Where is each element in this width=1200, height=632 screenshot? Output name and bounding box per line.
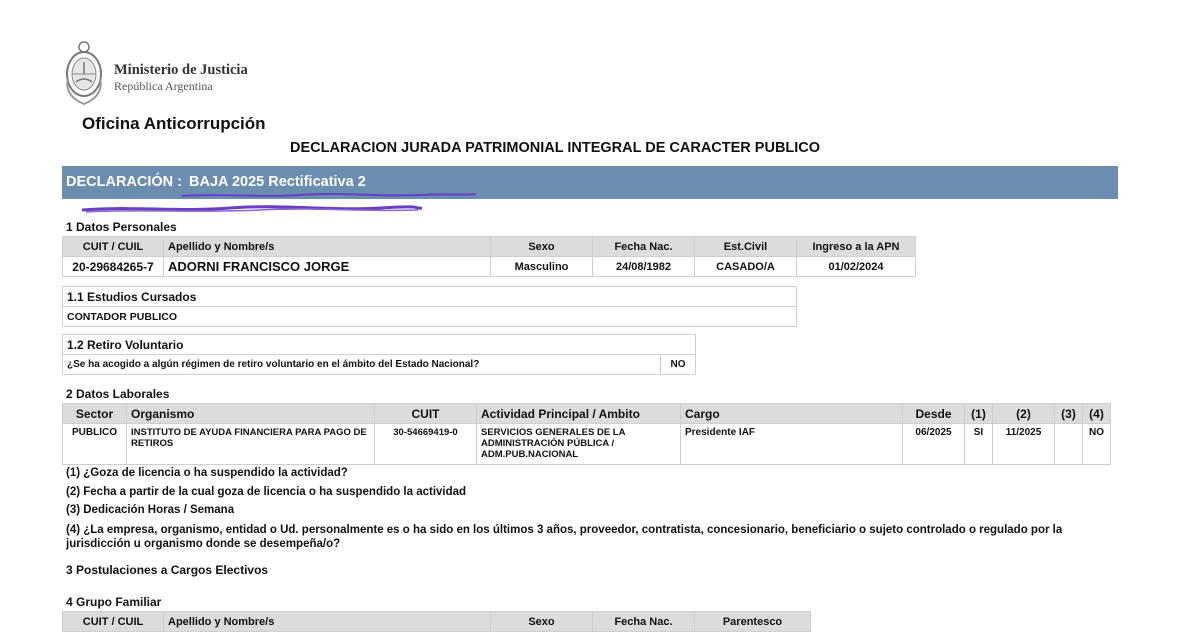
col-header-apn-entry: Ingreso a la APN xyxy=(796,236,916,257)
col-header-note-1: (1) xyxy=(964,403,993,424)
ministry-name: Ministerio de Justicia xyxy=(114,62,248,78)
cell-note-3 xyxy=(1054,423,1083,465)
family-col-header-sex: Sexo xyxy=(490,611,593,632)
retirement-question: ¿Se ha acogido a algún régimen de retiro… xyxy=(62,354,661,375)
scribble-redaction xyxy=(81,205,423,213)
col-header-sector: Sector xyxy=(62,403,127,424)
cell-since: 06/2025 xyxy=(902,423,965,465)
col-header-note-4: (4) xyxy=(1082,403,1111,424)
col-header-note-2: (2) xyxy=(992,403,1055,424)
col-header-name: Apellido y Nombre/s xyxy=(163,236,491,257)
cell-sector: PUBLICO xyxy=(62,423,127,465)
col-header-cuit: CUIT / CUIL xyxy=(62,236,164,257)
col-header-org-cuit: CUIT xyxy=(374,403,477,424)
cell-note-2: 11/2025 xyxy=(992,423,1055,465)
cell-name: ADORNI FRANCISCO JORGE xyxy=(163,256,491,277)
col-header-organism: Organismo xyxy=(126,403,375,424)
republic-name: República Argentina xyxy=(114,79,213,93)
cell-activity: SERVICIOS GENERALES DE LA ADMINISTRACIÓN… xyxy=(476,423,681,465)
note-4: (4) ¿La empresa, organismo, entidad o Ud… xyxy=(66,524,1063,550)
cell-studies: CONTADOR PUBLICO xyxy=(62,306,797,327)
retirement-answer: NO xyxy=(660,354,696,375)
personal-table: CUIT / CUIL Apellido y Nombre/s Sexo Fec… xyxy=(62,236,916,277)
section-title-studies: 1.1 Estudios Cursados xyxy=(62,286,797,307)
cell-birthdate: 24/08/1982 xyxy=(592,256,695,277)
retirement-table: 1.2 Retiro Voluntario ¿Se ha acogido a a… xyxy=(62,334,696,375)
family-table: CUIT / CUIL Apellido y Nombre/s Sexo Fec… xyxy=(62,611,811,632)
col-header-birthdate: Fecha Nac. xyxy=(592,236,695,257)
coat-of-arms-logo xyxy=(66,41,102,106)
declaration-label: DECLARACIÓN : xyxy=(66,174,182,190)
cell-sex: Masculino xyxy=(490,256,593,277)
col-header-since: Desde xyxy=(902,403,965,424)
studies-table: 1.1 Estudios Cursados CONTADOR PUBLICO xyxy=(62,286,797,327)
col-header-note-3: (3) xyxy=(1054,403,1083,424)
family-col-header-cuit: CUIT / CUIL xyxy=(62,611,164,632)
cell-note-4: NO xyxy=(1082,423,1111,465)
note-3: (3) Dedicación Horas / Semana xyxy=(66,504,235,516)
col-header-position: Cargo xyxy=(680,403,903,424)
cell-position: Presidente IAF xyxy=(680,423,903,465)
col-header-civil-status: Est.Civil xyxy=(694,236,797,257)
cell-org-cuit: 30-54669419-0 xyxy=(374,423,477,465)
work-table: Sector Organismo CUIT Actividad Principa… xyxy=(62,403,1111,465)
note-1: (1) ¿Goza de licencia o ha suspendido la… xyxy=(66,467,348,479)
section-title-elective: 3 Postulaciones a Cargos Electivos xyxy=(66,563,269,577)
scribble-underline xyxy=(181,193,477,197)
cell-note-1: SI xyxy=(964,423,993,465)
col-header-sex: Sexo xyxy=(490,236,593,257)
office-name: Oficina Anticorrupción xyxy=(82,114,266,133)
document-title: DECLARACION JURADA PATRIMONIAL INTEGRAL … xyxy=(290,140,821,156)
cell-cuit: 20-29684265-7 xyxy=(62,256,164,277)
family-col-header-birthdate: Fecha Nac. xyxy=(592,611,695,632)
note-2: (2) Fecha a partir de la cual goza de li… xyxy=(66,486,467,498)
family-col-header-name: Apellido y Nombre/s xyxy=(163,611,491,632)
family-col-header-relationship: Parentesco xyxy=(694,611,811,632)
section-title-work: 2 Datos Laborales xyxy=(66,387,170,401)
cell-organism: INSTITUTO DE AYUDA FINANCIERA PARA PAGO … xyxy=(126,423,375,465)
cell-apn-entry: 01/02/2024 xyxy=(796,256,916,277)
section-title-retirement: 1.2 Retiro Voluntario xyxy=(62,334,696,355)
declaration-value: BAJA 2025 Rectificativa 2 xyxy=(189,174,366,190)
col-header-activity: Actividad Principal / Ambito xyxy=(476,403,681,424)
section-title-family: 4 Grupo Familiar xyxy=(66,595,162,609)
section-title-personal: 1 Datos Personales xyxy=(66,220,177,234)
cell-civil-status: CASADO/A xyxy=(694,256,797,277)
